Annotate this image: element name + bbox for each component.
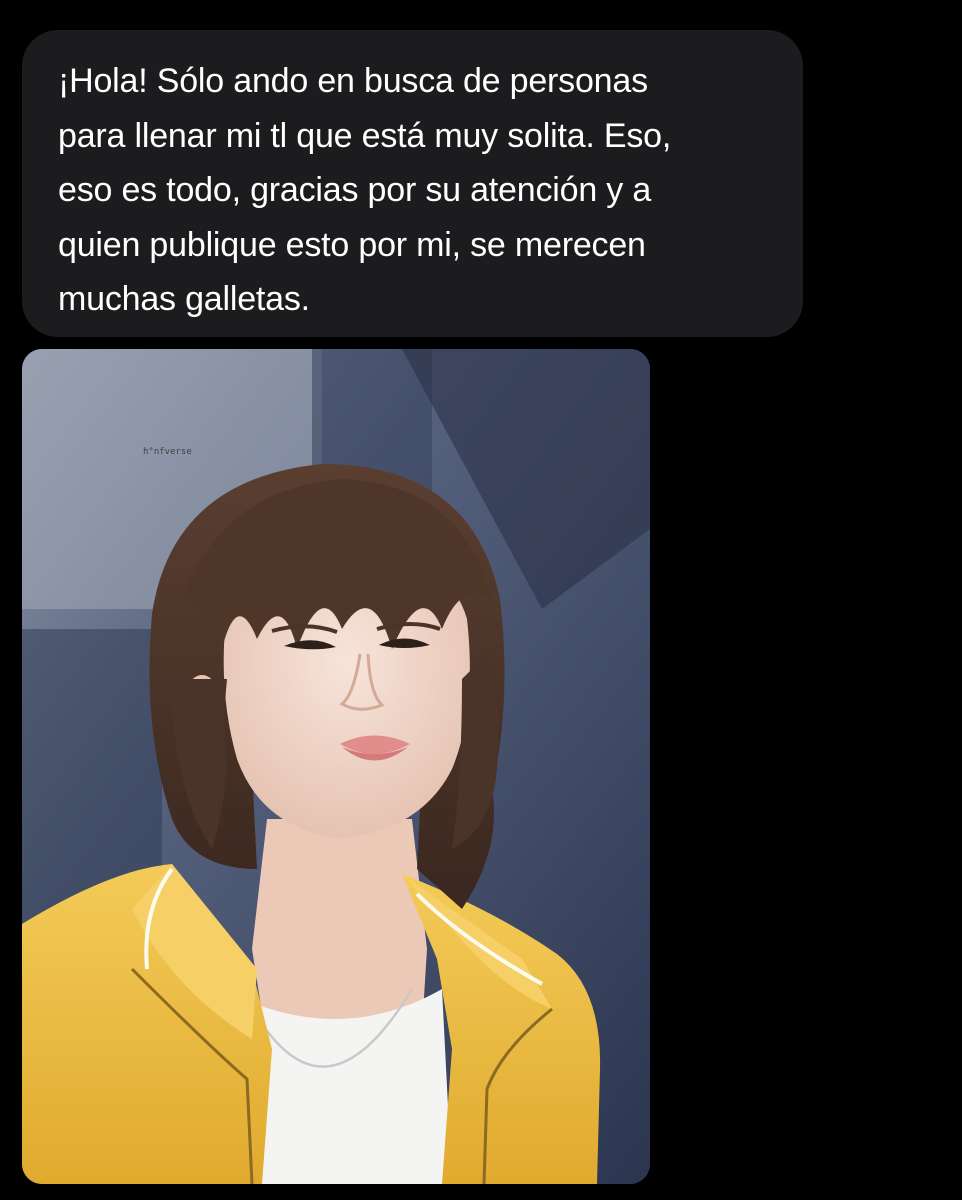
- photo-attachment[interactable]: h°nfverse: [22, 349, 650, 1184]
- watermark-text: h°nfverse: [143, 447, 192, 457]
- message-text: ¡Hola! Sólo ando en busca de personas pa…: [58, 62, 672, 318]
- portrait-photo: [22, 349, 650, 1184]
- message-bubble[interactable]: ¡Hola! Sólo ando en busca de personas pa…: [22, 30, 803, 337]
